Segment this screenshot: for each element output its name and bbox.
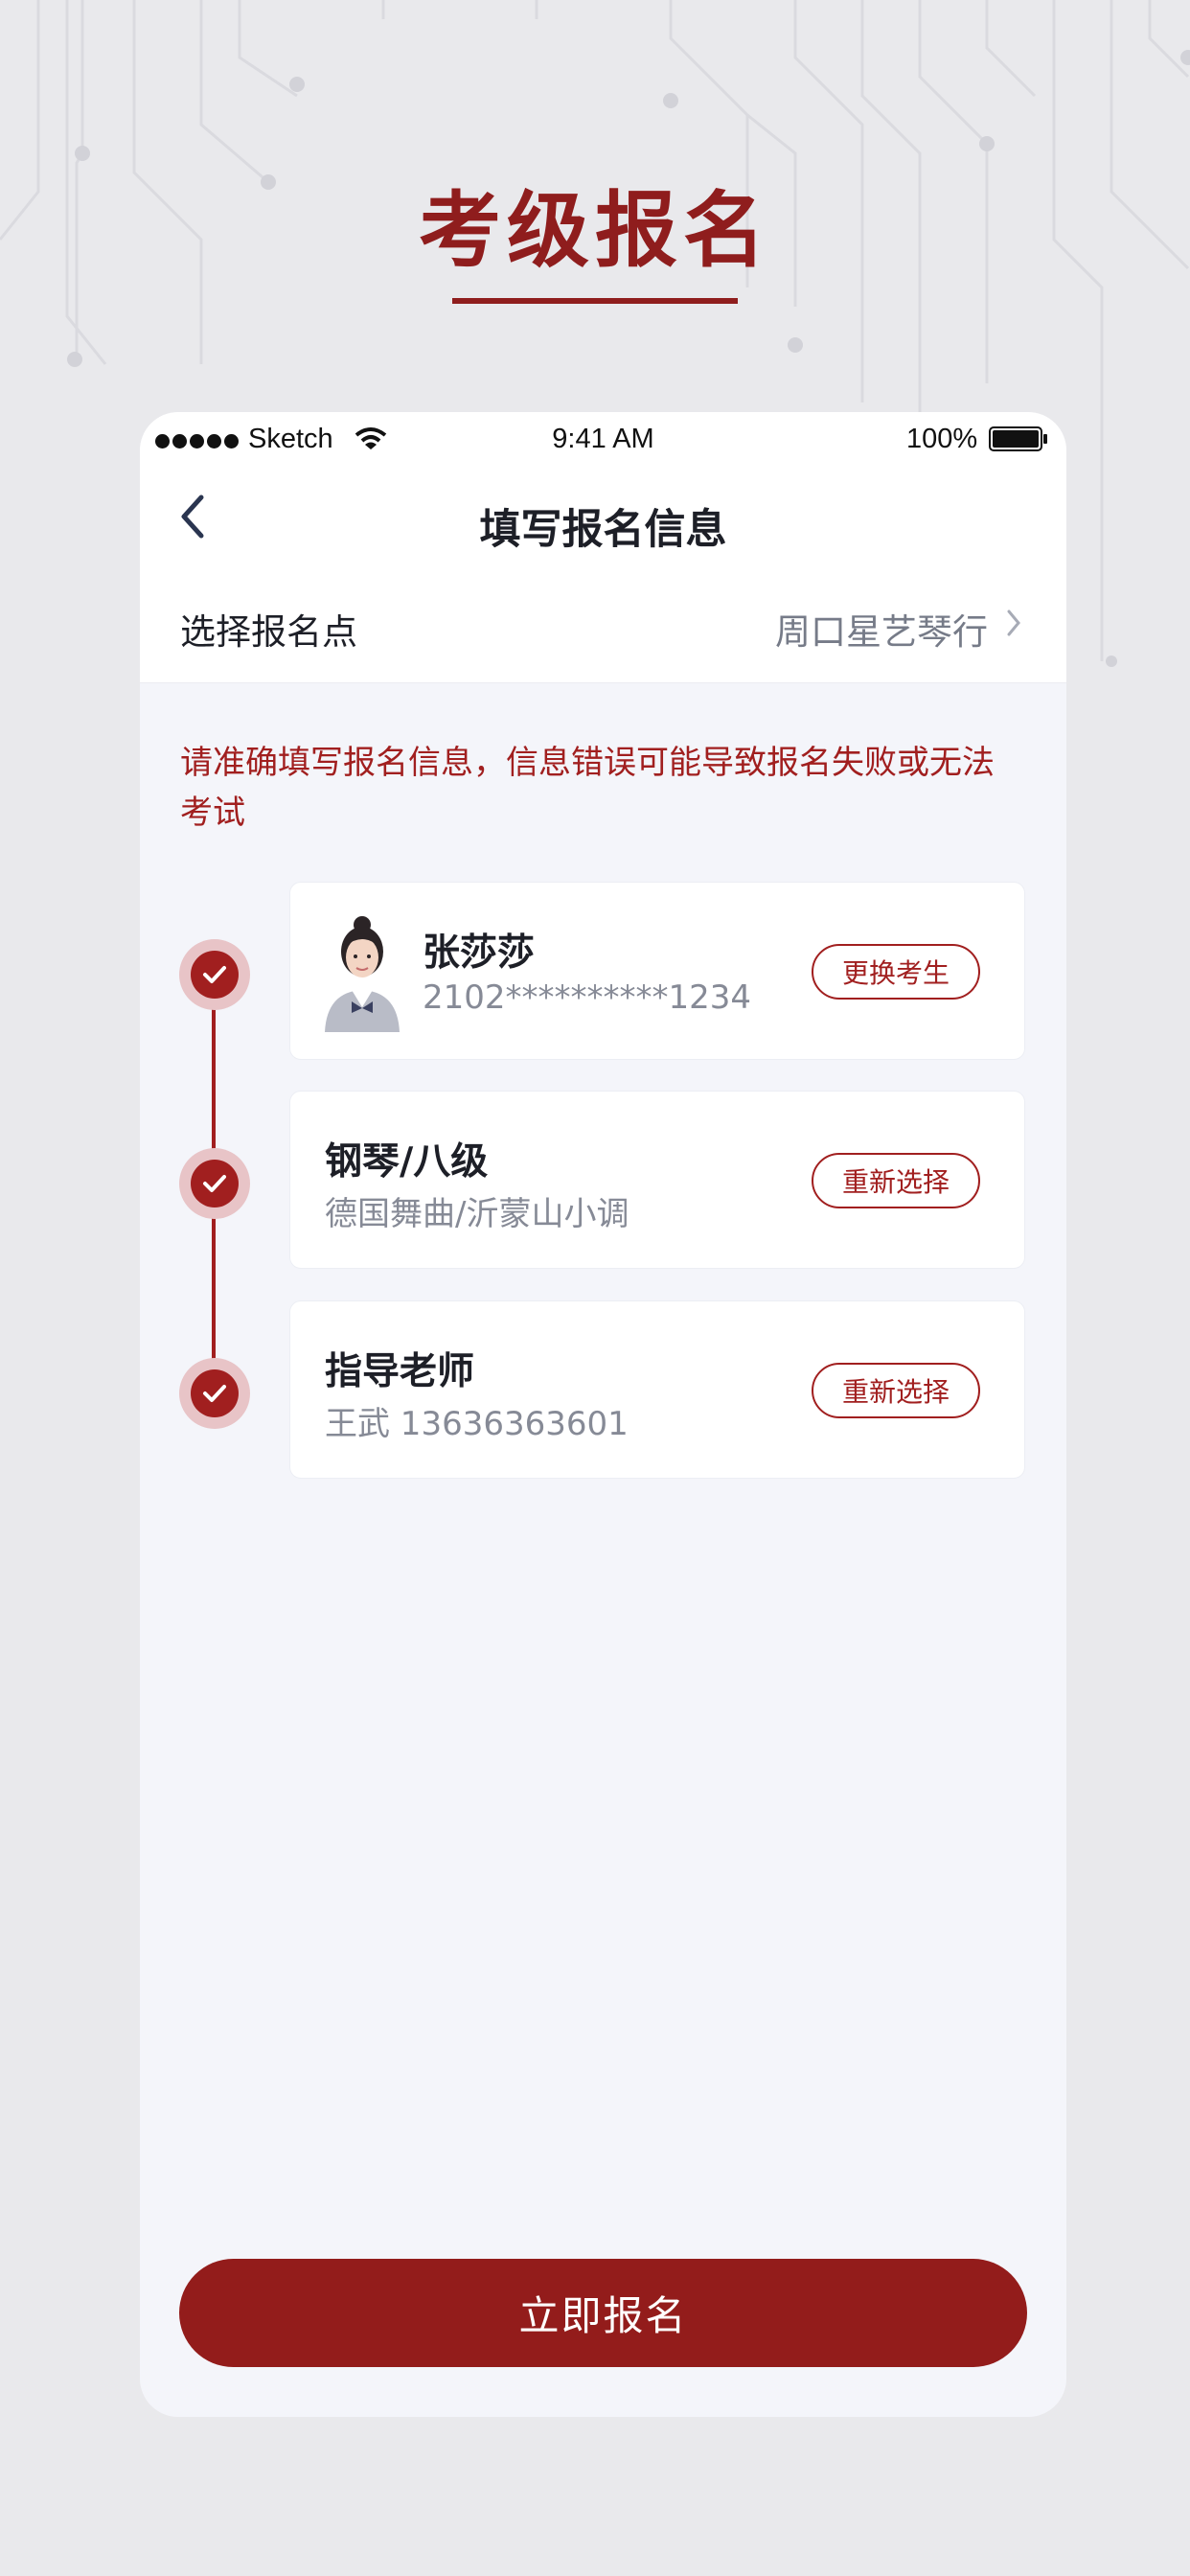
student-avatar (323, 913, 401, 1032)
step-check-icon (179, 939, 250, 1010)
page-title: 填写报名信息 (479, 506, 727, 554)
poster-title: 考级报名 (419, 182, 771, 279)
teacher-title: 指导老师 (325, 1350, 475, 1393)
nav-bar: 填写报名信息 (140, 470, 1066, 565)
student-name: 张莎莎 (423, 932, 536, 975)
step-check-icon (179, 1148, 250, 1219)
student-card: 张莎莎 2102**********1234 更换考生 (289, 882, 1025, 1060)
exam-pieces: 德国舞曲/沂蒙山小调 (325, 1195, 629, 1233)
location-label: 选择报名点 (180, 611, 357, 653)
title-underline (452, 298, 738, 304)
change-student-button[interactable]: 更换考生 (812, 944, 980, 1000)
teacher-card: 指导老师 王武 13636363601 重新选择 (289, 1300, 1025, 1479)
teacher-info: 王武 13636363601 (325, 1405, 629, 1443)
battery-icon (989, 426, 1047, 451)
page: 考级报名 Sketch 9:41 AM 100% 填写报名信息 选择报名点 周口… (0, 0, 1190, 2576)
exam-subject-card: 钢琴/八级 德国舞曲/沂蒙山小调 重新选择 (289, 1091, 1025, 1269)
status-bar: Sketch 9:41 AM 100% (140, 412, 1066, 470)
chevron-right-icon (1007, 610, 1020, 636)
warning-notice: 请准确填写报名信息，信息错误可能导致报名失败或无法考试 (180, 744, 995, 832)
phone-screen: Sketch 9:41 AM 100% 填写报名信息 选择报名点 周口星艺琴行 (140, 412, 1066, 2417)
location-value: 周口星艺琴行 (775, 611, 988, 653)
step-check-icon (179, 1358, 250, 1429)
submit-registration-button[interactable]: 立即报名 (179, 2259, 1027, 2367)
battery-percent: 100% (906, 424, 978, 454)
reselect-subject-button[interactable]: 重新选择 (812, 1153, 980, 1208)
exam-subject-title: 钢琴/八级 (325, 1140, 489, 1184)
student-id-number: 2102**********1234 (423, 978, 752, 1017)
reselect-teacher-button[interactable]: 重新选择 (812, 1363, 980, 1418)
location-select-row[interactable]: 选择报名点 周口星艺琴行 (140, 565, 1066, 683)
